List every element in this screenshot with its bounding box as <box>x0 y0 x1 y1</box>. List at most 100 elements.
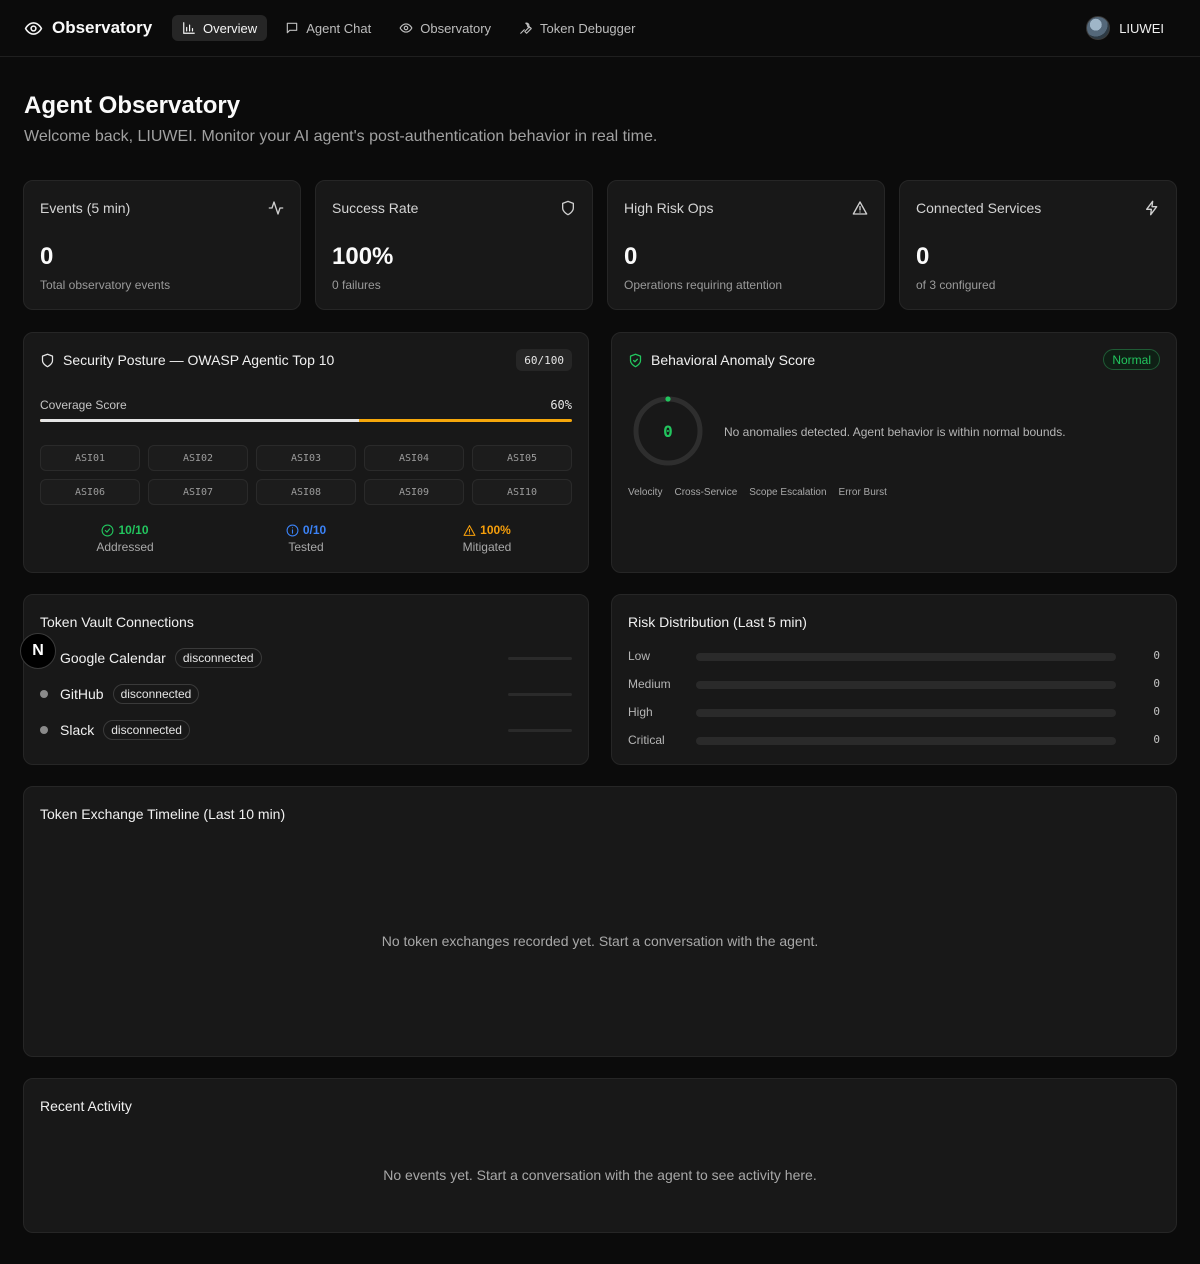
asi-item[interactable]: ASI07 <box>148 479 248 505</box>
brand-name: Observatory <box>52 18 153 37</box>
tested-value: 0/10 <box>302 523 327 537</box>
risk-row-high: High 0 <box>628 705 1160 721</box>
stat-title: Success Rate <box>332 200 419 216</box>
service-name: GitHub <box>60 686 104 702</box>
tab-observatory[interactable]: Observatory <box>389 15 501 41</box>
risk-bar <box>696 653 1116 661</box>
asi-item[interactable]: ASI06 <box>40 479 140 505</box>
card-title-text: Security Posture — OWASP Agentic Top 10 <box>63 352 335 368</box>
risk-bar <box>696 737 1116 745</box>
anomaly-gauge: 0 <box>633 396 703 466</box>
asi-item[interactable]: ASI10 <box>472 479 572 505</box>
activity-icon <box>268 201 284 215</box>
mitigated-value: 100% <box>480 523 511 537</box>
nav-tabs: Overview Agent Chat Observatory Token De… <box>172 15 645 41</box>
tab-label: Observatory <box>420 20 492 36</box>
eye-icon <box>24 21 43 35</box>
addressed-value: 10/10 <box>118 523 149 537</box>
addressed-value-row: 10/10 <box>55 523 195 537</box>
warning-icon <box>463 524 476 536</box>
chat-icon <box>286 22 298 34</box>
status-dot <box>40 726 48 734</box>
token-timeline-card: Token Exchange Timeline (Last 10 min) No… <box>23 786 1177 1057</box>
card-title: Behavioral Anomaly Score <box>628 352 815 368</box>
anomaly-score-value: 0 <box>663 422 673 441</box>
asi-item[interactable]: ASI09 <box>364 479 464 505</box>
asi-item[interactable]: ASI03 <box>256 445 356 471</box>
token-vault-card: Token Vault Connections Google Calendar … <box>23 594 589 765</box>
tab-label: Agent Chat <box>306 20 372 36</box>
stat-desc: Operations requiring attention <box>624 278 783 292</box>
asi-item[interactable]: ASI05 <box>472 445 572 471</box>
mitigated-stat: 100% Mitigated <box>417 523 557 554</box>
tested-value-row: 0/10 <box>236 523 376 537</box>
asi-item[interactable]: ASI08 <box>256 479 356 505</box>
anomaly-message: No anomalies detected. Agent behavior is… <box>724 425 1066 439</box>
factor-label: Error Burst <box>838 487 887 498</box>
vault-connection-github[interactable]: GitHub disconnected <box>40 683 572 705</box>
connection-status-badge: disconnected <box>174 648 262 668</box>
stat-value: 0 <box>624 243 638 270</box>
tab-overview[interactable]: Overview <box>172 15 268 41</box>
stat-value: 100% <box>332 243 394 270</box>
lightning-icon <box>1146 200 1158 216</box>
card-title: Token Exchange Timeline (Last 10 min) <box>40 806 286 822</box>
coverage-percent: 60% <box>550 398 572 412</box>
card-title-text: Behavioral Anomaly Score <box>651 352 816 368</box>
stat-card-success-rate: Success Rate 100% 0 failures <box>315 180 593 310</box>
service-name: Slack <box>60 722 95 738</box>
warning-icon <box>852 201 868 215</box>
stat-value: 0 <box>916 243 930 270</box>
service-name: Google Calendar <box>60 650 166 666</box>
asi-item[interactable]: ASI02 <box>148 445 248 471</box>
stat-desc: of 3 configured <box>916 278 996 292</box>
shield-icon <box>41 353 54 367</box>
risk-bar <box>696 709 1116 717</box>
vault-connection-google-calendar[interactable]: Google Calendar disconnected <box>40 647 572 669</box>
tab-token-debugger[interactable]: Token Debugger <box>509 15 645 41</box>
factor-label: Cross-Service <box>674 487 738 498</box>
card-title: Security Posture — OWASP Agentic Top 10 <box>40 352 334 368</box>
risk-row-medium: Medium 0 <box>628 677 1160 693</box>
stat-desc: 0 failures <box>332 278 381 292</box>
coverage-label: Coverage Score <box>40 398 127 412</box>
risk-count: 0 <box>1153 705 1160 718</box>
dev-tools-badge[interactable]: N <box>20 633 56 669</box>
risk-label: Low <box>628 649 651 663</box>
check-circle-icon <box>102 524 114 536</box>
posture-stats: 10/10 Addressed 0/10 Tested 100% Mitigat… <box>40 523 572 559</box>
asi-item[interactable]: ASI04 <box>364 445 464 471</box>
stat-card-connected-services: Connected Services 0 of 3 configured <box>899 180 1177 310</box>
asi-grid: ASI01 ASI02 ASI03 ASI04 ASI05 ASI06 ASI0… <box>40 445 572 505</box>
tab-label: Overview <box>203 20 258 36</box>
factor-label: Velocity <box>628 487 663 498</box>
stat-title: Connected Services <box>916 200 1042 216</box>
activity-empty-message: No events yet. Start a conversation with… <box>383 1167 817 1183</box>
asi-item[interactable]: ASI01 <box>40 445 140 471</box>
card-title: Token Vault Connections <box>40 614 194 630</box>
risk-count: 0 <box>1153 677 1160 690</box>
risk-row-critical: Critical 0 <box>628 733 1160 749</box>
stat-card-events: Events (5 min) 0 Total observatory event… <box>23 180 301 310</box>
user-menu[interactable]: LIUWEI <box>1086 16 1164 40</box>
card-title: Risk Distribution (Last 5 min) <box>628 614 807 630</box>
risk-count: 0 <box>1153 733 1160 746</box>
mitigated-value-row: 100% <box>417 523 557 537</box>
vault-connection-slack[interactable]: Slack disconnected <box>40 719 572 741</box>
brand[interactable]: Observatory <box>24 16 152 40</box>
posture-score-badge: 60/100 <box>516 349 572 371</box>
anomaly-factors: Velocity Cross-Service Scope Escalation … <box>628 487 887 498</box>
risk-bar <box>696 681 1116 689</box>
tab-agent-chat[interactable]: Agent Chat <box>275 15 381 41</box>
user-name: LIUWEI <box>1119 20 1164 36</box>
stat-value: 0 <box>40 243 54 270</box>
risk-label: High <box>628 705 653 719</box>
card-title: Recent Activity <box>40 1098 132 1114</box>
activity-bar <box>508 729 572 732</box>
mitigated-label: Mitigated <box>462 540 512 554</box>
stat-title: High Risk Ops <box>624 200 714 216</box>
tested-label: Tested <box>288 540 324 554</box>
activity-bar <box>508 693 572 696</box>
shield-check-icon <box>629 353 642 367</box>
avatar <box>1086 16 1111 40</box>
